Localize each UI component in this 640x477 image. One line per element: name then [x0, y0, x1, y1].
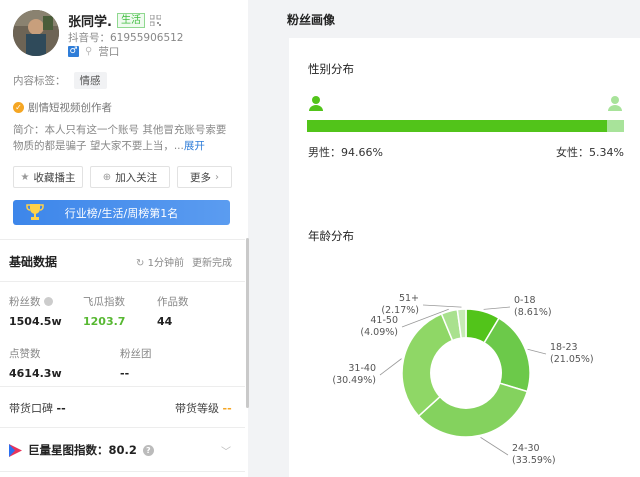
divider	[0, 471, 245, 472]
commerce-reputation: 带货口碑 --	[9, 400, 66, 416]
age-category-label: 0-18	[514, 295, 536, 306]
stat-fan-club: 粉丝团 --	[120, 346, 152, 380]
leader-line	[483, 306, 511, 310]
xingtu-label: 巨量星图指数：80.2	[28, 443, 137, 457]
stat-label: 点赞数	[9, 348, 41, 360]
commerce-level-label: 带货等级	[175, 402, 219, 415]
age-distribution-title: 年龄分布	[308, 229, 354, 243]
more-button[interactable]: 更多 ›	[177, 166, 232, 188]
commerce-reputation-label: 带货口碑	[9, 402, 53, 415]
plus-circle-icon: ⊕	[102, 171, 112, 183]
help-icon[interactable]: ?	[142, 444, 154, 456]
bio: 简介：本人只有这一个账号 其他冒充账号索要物质的都是骗子 望大家不要上当，...…	[13, 122, 235, 154]
stat-feigua-index: 飞瓜指数 1203.7	[83, 294, 125, 328]
follow-label: 加入关注	[115, 171, 158, 184]
stat-label: 飞瓜指数	[83, 296, 125, 308]
content-tag-label: 内容标签：	[13, 75, 66, 87]
stat-works: 作品数 44	[157, 294, 189, 328]
age-category-label: 41-50	[370, 315, 398, 326]
favorite-button[interactable]: ★ 收藏播主	[13, 166, 83, 188]
male-percentage: 男性：94.66%	[308, 146, 383, 159]
chevron-down-icon[interactable]: ﹀	[221, 443, 231, 458]
age-category-label: 31-40	[348, 363, 376, 374]
updated-ago: 1分钟前	[147, 258, 184, 269]
xingtu-logo-icon	[9, 443, 22, 457]
chevron-right-icon: ›	[215, 171, 219, 183]
gender-bar	[307, 120, 624, 132]
commerce-reputation-value: --	[56, 402, 66, 415]
info-icon[interactable]	[43, 297, 53, 306]
gender-bar-male-fill	[307, 120, 608, 132]
age-percent-label: (30.49%)	[332, 375, 376, 386]
profile-name: 张同学.	[68, 15, 112, 30]
stat-fans: 粉丝数 1504.5w	[9, 294, 62, 328]
stat-value: 1203.7	[83, 315, 126, 328]
creator-badge: 剧情短视频创作者	[28, 102, 112, 114]
age-percent-label: (8.61%)	[514, 307, 552, 318]
stat-value: --	[120, 367, 130, 380]
rank-label: 行业榜/生活/周榜第1名	[64, 206, 179, 220]
age-percent-label: (33.59%)	[512, 455, 556, 466]
follow-button[interactable]: ⊕ 加入关注	[90, 166, 170, 188]
gender-distribution-title: 性别分布	[308, 62, 354, 76]
divider	[0, 239, 245, 240]
category-tag: 生活	[116, 13, 145, 28]
age-percent-label: (21.05%)	[550, 354, 594, 365]
age-percent-label: (2.17%)	[381, 305, 419, 316]
stat-label: 粉丝数	[9, 296, 41, 308]
fan-profile-title: 粉丝画像	[287, 13, 336, 27]
stat-value: 4614.3w	[9, 367, 62, 380]
more-label: 更多	[190, 171, 211, 184]
stat-value: 44	[157, 315, 173, 328]
male-icon: ♂	[68, 46, 79, 57]
avatar[interactable]	[13, 10, 59, 56]
rank-banner[interactable]: 行业榜/生活/周榜第1名	[13, 200, 230, 225]
commerce-level: 带货等级 --	[175, 400, 232, 416]
age-category-label: 18-23	[550, 342, 578, 353]
trophy-icon	[26, 204, 44, 220]
leader-line	[480, 437, 509, 456]
refresh-status[interactable]: ↻ 1分钟前 更新完成	[136, 254, 232, 269]
location: 营口	[98, 46, 120, 58]
basic-data-title: 基础数据	[9, 255, 58, 269]
star-icon: ★	[20, 171, 30, 183]
update-status: 更新完成	[192, 258, 232, 269]
stat-label: 作品数	[157, 296, 189, 308]
leader-line	[527, 348, 547, 355]
divider	[0, 281, 245, 282]
refresh-icon: ↻	[136, 258, 145, 269]
divider	[0, 427, 245, 428]
scrollbar[interactable]	[246, 238, 249, 408]
leader-line	[379, 358, 402, 376]
female-person-icon	[608, 96, 622, 111]
age-donut-chart: 0-18 (8.61%) 18-23 (21.05%) 24-30 (33.59%) 31-…	[290, 255, 640, 477]
age-percent-label: (4.09%)	[360, 327, 398, 338]
content-tag[interactable]: 情感	[73, 72, 107, 89]
commerce-level-value: --	[222, 402, 232, 415]
profile-panel: 张同学. 生活 抖音号：61955906512 ♂ ⚲ 营口 内容标签： 情感 …	[0, 0, 248, 477]
favorite-label: 收藏播主	[33, 171, 76, 184]
stat-value: 1504.5w	[9, 315, 62, 328]
age-category-label: 51+	[399, 293, 419, 304]
stat-label: 粉丝团	[120, 348, 152, 360]
bio-expand-link[interactable]: 展开	[184, 140, 205, 152]
qr-code-icon[interactable]	[149, 15, 161, 26]
divider	[0, 386, 245, 387]
female-percentage: 女性：5.34%	[556, 146, 624, 159]
verified-badge-icon: ✓	[13, 102, 24, 113]
age-category-label: 24-30	[512, 443, 540, 454]
xingtu-index[interactable]: 巨量星图指数：80.2 ?	[9, 442, 154, 458]
male-person-icon	[309, 96, 323, 111]
stat-likes: 点赞数 4614.3w	[9, 346, 62, 380]
leader-line	[422, 304, 462, 308]
location-pin-icon: ⚲	[85, 46, 93, 57]
douyin-id: 抖音号：61955906512	[68, 32, 184, 44]
